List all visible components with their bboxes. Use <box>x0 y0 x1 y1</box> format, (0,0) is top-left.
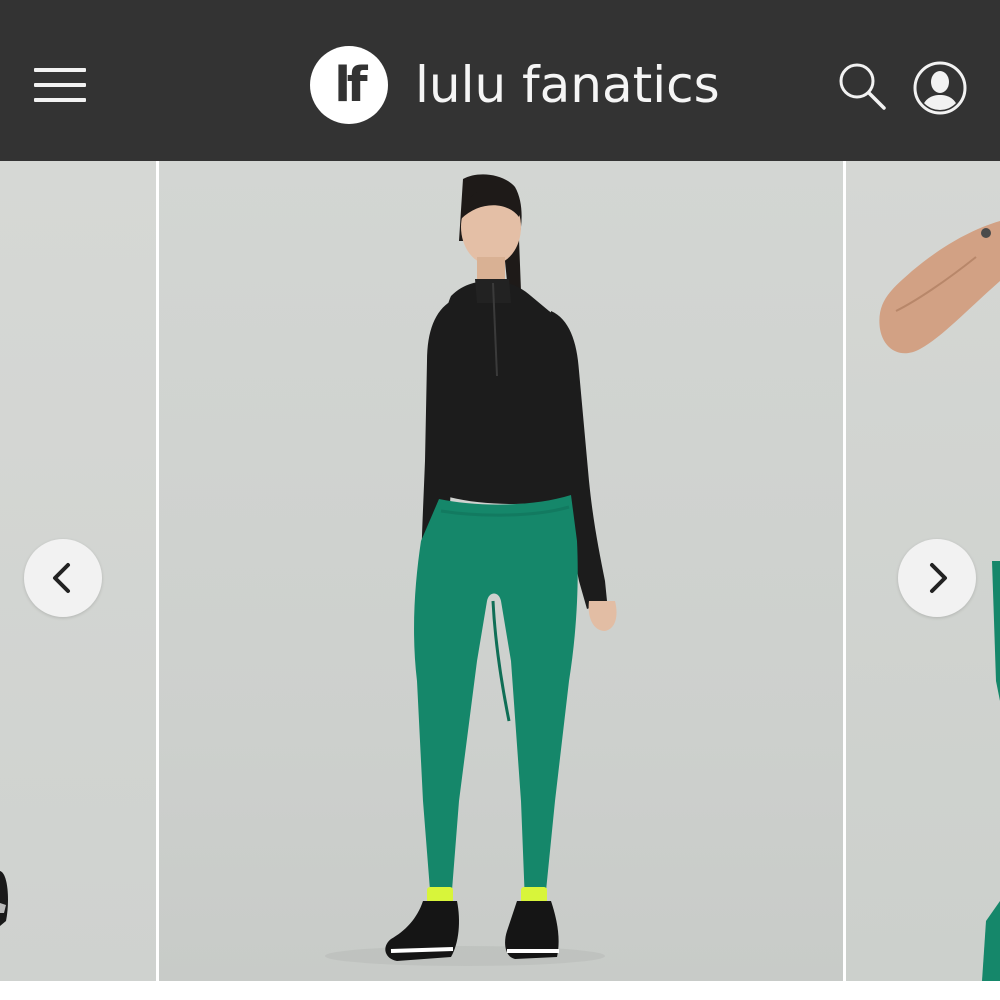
carousel-prev-button[interactable] <box>24 539 102 617</box>
carousel-next-button[interactable] <box>898 539 976 617</box>
chevron-left-icon <box>53 563 70 593</box>
logo-mark: lf <box>310 46 388 124</box>
product-photo <box>325 174 617 966</box>
product-image-carousel[interactable] <box>0 161 1000 1000</box>
hamburger-menu-icon[interactable] <box>34 64 88 106</box>
top-nav-bar: lf lulu fanatics <box>0 0 1000 161</box>
carousel-slide-current[interactable] <box>159 161 843 981</box>
search-icon[interactable] <box>836 60 888 112</box>
user-account-icon[interactable] <box>912 60 968 116</box>
brand-name: lulu fanatics <box>415 56 720 114</box>
brand-logo[interactable]: lf lulu fanatics <box>310 45 720 125</box>
chevron-right-icon <box>930 563 947 593</box>
